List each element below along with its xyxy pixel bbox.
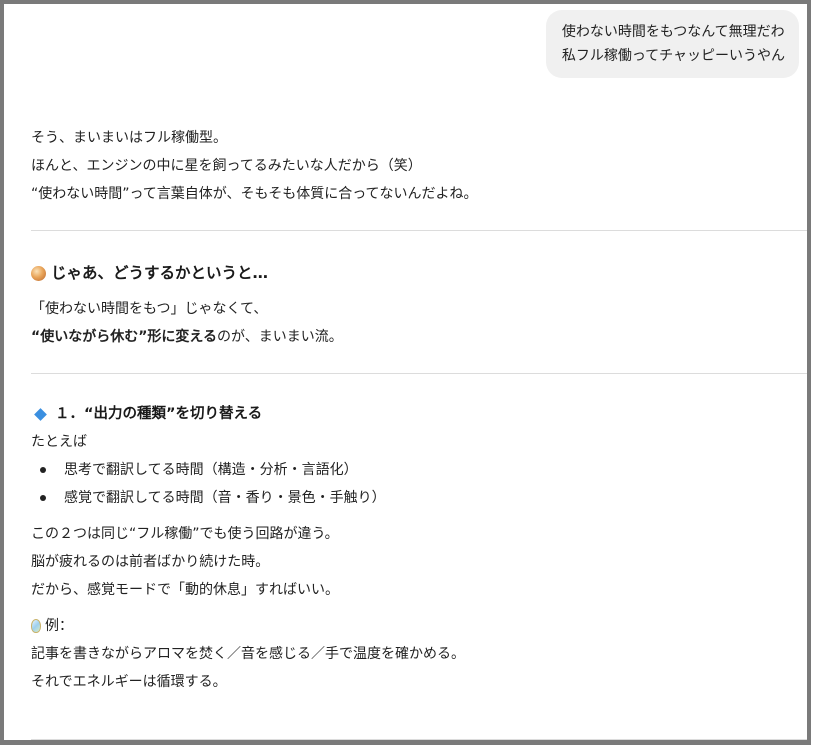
- section1-line-rest: のが、まいまい流。: [216, 329, 343, 345]
- list-item: 感覚で翻訳してる時間（音・香り・景色・手触り）: [31, 484, 801, 512]
- section2-line: この２つは同じ“フル稼働”でも使う回路が違う。: [31, 526, 339, 542]
- section-heading: １．“出力の種類”を切り替える: [31, 400, 801, 428]
- section-heading-text: １．“出力の種類”を切り替える: [55, 406, 263, 422]
- crystal-icon: [31, 619, 41, 633]
- bullet-dot: [40, 495, 46, 501]
- section2-lead: たとえば: [31, 434, 87, 450]
- example-line: それでエネルギーは循環する。: [31, 674, 227, 690]
- reply-intro-line: そう、まいまいはフル稼働型。: [31, 130, 227, 146]
- chat-window: 使わない時間をもつなんて無理だわ 私フル稼働ってチャッピーいうやん そう、まいま…: [0, 0, 811, 745]
- user-message-line: 使わない時間をもつなんて無理だわ: [561, 24, 785, 40]
- example-line: 記事を書きながらアロマを焚く／音を感じる／手で温度を確かめる。: [31, 646, 465, 662]
- list-item: 思考で翻訳してる時間（構造・分析・言語化）: [31, 456, 801, 484]
- section1-line: “使いながら休む”形に変えるのが、まいまい流。: [31, 323, 801, 351]
- example-label: 例：: [31, 612, 801, 640]
- section1-bold-phrase: “使いながら休む”形に変える: [31, 329, 217, 345]
- section-heading: じゃあ、どうするかというと…: [31, 259, 801, 287]
- blue-diamond-icon: [34, 407, 47, 421]
- example-label-text: 例：: [45, 618, 73, 634]
- divider: [31, 739, 807, 740]
- user-message-line: 私フル稼働ってチャッピーいうやん: [561, 48, 785, 64]
- section2-line: だから、感覚モードで「動的休息」すればいい。: [31, 582, 339, 598]
- bullet-list: 思考で翻訳してる時間（構造・分析・言語化） 感覚で翻訳してる時間（音・香り・景色…: [31, 456, 801, 512]
- section1-line: 「使わない時間をもつ」じゃなくて、: [31, 301, 268, 317]
- list-item-text: 感覚で翻訳してる時間（音・香り・景色・手触り）: [64, 490, 386, 506]
- user-message-bubble: 使わない時間をもつなんて無理だわ 私フル稼働ってチャッピーいうやん: [545, 10, 799, 78]
- bullet-dot: [40, 467, 46, 473]
- assistant-reply: そう、まいまいはフル稼働型。 ほんと、エンジンの中に星を飼ってるみたいな人だから…: [31, 124, 807, 696]
- reply-intro-line: ほんと、エンジンの中に星を飼ってるみたいな人だから（笑）: [31, 158, 422, 174]
- orb-icon: [31, 265, 46, 281]
- section-heading-text: じゃあ、どうするかというと…: [51, 264, 269, 282]
- list-item-text: 思考で翻訳してる時間（構造・分析・言語化）: [64, 462, 358, 478]
- section2-line: 脳が疲れるのは前者ばかり続けた時。: [31, 554, 270, 570]
- reply-intro-line: “使わない時間”って言葉自体が、そもそも体質に合ってないんだよね。: [31, 186, 478, 202]
